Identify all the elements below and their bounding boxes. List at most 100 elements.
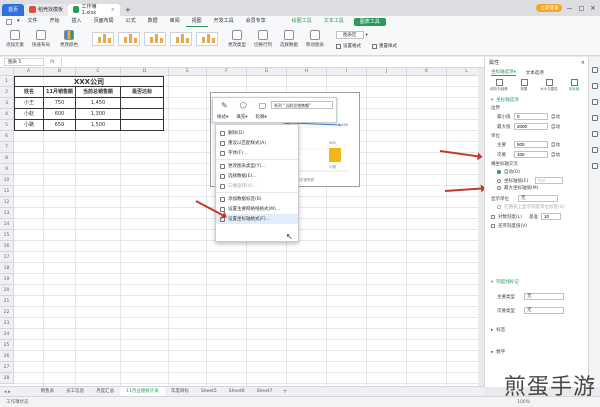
min-auto-button[interactable]: 自动 bbox=[551, 114, 560, 120]
row-header[interactable]: 11 bbox=[0, 186, 14, 197]
row-header[interactable]: 8 bbox=[0, 153, 14, 164]
row-header[interactable]: 21 bbox=[0, 296, 14, 307]
properties-icon[interactable] bbox=[592, 67, 598, 73]
section-labels[interactable]: ▸ 标签 bbox=[491, 327, 505, 334]
sheet-tab[interactable]: 11月业绩统计表 bbox=[120, 387, 165, 396]
row-header[interactable]: 22 bbox=[0, 307, 14, 318]
context-menu-item[interactable]: 设置坐标轴格式(F)... bbox=[216, 214, 298, 224]
cross-auto-radio[interactable]: 自动(O) bbox=[497, 169, 520, 175]
table-cell[interactable]: 1,500 bbox=[76, 120, 121, 131]
sheet-tab[interactable]: Sheet5 bbox=[195, 387, 223, 396]
minor-type-select[interactable]: 无 bbox=[524, 307, 564, 314]
chart-style-5[interactable] bbox=[196, 32, 218, 46]
major-type-select[interactable]: 无 bbox=[524, 293, 564, 300]
chart-style-3[interactable] bbox=[144, 32, 166, 46]
tab-home[interactable]: 首页 bbox=[2, 3, 24, 16]
reverse-checkbox[interactable] bbox=[491, 224, 495, 228]
panel-subtab[interactable]: 效果 bbox=[514, 79, 534, 92]
row-header[interactable]: 13 bbox=[0, 208, 14, 219]
row-header[interactable]: 10 bbox=[0, 175, 14, 186]
row-header[interactable]: 7 bbox=[0, 142, 14, 153]
context-menu-item[interactable]: 字体(F)... bbox=[216, 148, 298, 158]
table-cell[interactable] bbox=[121, 98, 164, 109]
column-header[interactable]: E bbox=[169, 68, 207, 76]
column-header[interactable]: B bbox=[44, 68, 76, 76]
context-menu-item[interactable]: 重设以匹配样式(A) bbox=[216, 138, 298, 148]
row-header[interactable]: 25 bbox=[0, 340, 14, 351]
menu-item[interactable]: 开发工具 bbox=[208, 16, 240, 27]
chart-style-1[interactable] bbox=[92, 32, 114, 46]
context-menu-item[interactable]: 更改图表类型(Y)... bbox=[216, 161, 298, 171]
row-header[interactable]: 12 bbox=[0, 197, 14, 208]
table-cell[interactable]: 小王 bbox=[14, 98, 44, 109]
outline-icon[interactable]: ▢ bbox=[259, 101, 267, 110]
quick-layout-button[interactable]: 快速布局 bbox=[32, 30, 50, 48]
column-header[interactable]: G bbox=[247, 68, 287, 76]
select-icon[interactable] bbox=[592, 83, 598, 89]
section-tick-marks[interactable]: ▾ 刻度线标记 bbox=[491, 279, 519, 286]
share-icon[interactable] bbox=[592, 163, 598, 169]
sheet-tab[interactable]: 销售表 bbox=[35, 387, 61, 396]
switch-rowcol-button[interactable]: 切换行列 bbox=[254, 30, 272, 48]
max-auto-button[interactable]: 自动 bbox=[551, 124, 560, 130]
login-button[interactable]: 立即登录 bbox=[536, 4, 563, 12]
location-icon[interactable] bbox=[592, 147, 598, 153]
row-header[interactable]: 28 bbox=[0, 373, 14, 384]
tab-docer-templates[interactable]: 稻壳找模板 bbox=[24, 3, 68, 16]
table-header-cell[interactable]: 姓名 bbox=[14, 87, 44, 98]
sheet-tab[interactable]: 年度目标 bbox=[165, 387, 195, 396]
table-cell[interactable]: 小赵 bbox=[14, 109, 44, 120]
table-header-cell[interactable]: 是否达标 bbox=[121, 87, 164, 98]
table-cell[interactable]: 小路 bbox=[14, 120, 44, 131]
row-header[interactable]: 9 bbox=[0, 164, 14, 175]
table-cell[interactable] bbox=[121, 120, 164, 131]
close-window-icon[interactable]: × bbox=[590, 4, 596, 12]
menu-item[interactable]: 开始 bbox=[44, 16, 66, 27]
hamburger-icon[interactable] bbox=[6, 18, 12, 25]
row-header[interactable]: 18 bbox=[0, 263, 14, 274]
minor-auto-button[interactable]: 自动 bbox=[551, 152, 560, 158]
column-header[interactable]: K bbox=[407, 68, 447, 76]
panel-subtab[interactable]: 填充与线条 bbox=[489, 79, 509, 92]
row-header[interactable]: 14 bbox=[0, 219, 14, 230]
reverse-row[interactable]: 逆序刻度值(V) bbox=[491, 223, 527, 229]
formula-input[interactable] bbox=[60, 58, 480, 66]
menu-text-tools[interactable]: 文本工具 bbox=[318, 16, 350, 27]
chart-area-select[interactable]: 图表区 ▾ bbox=[336, 31, 368, 39]
column-header[interactable]: A bbox=[14, 68, 44, 76]
tab-workbook[interactable]: 工作簿1.xlsx × bbox=[68, 3, 120, 16]
new-tab-button[interactable]: + bbox=[120, 4, 136, 16]
style-dropdown[interactable]: 样式▾ bbox=[217, 114, 228, 120]
row-header[interactable]: 3 bbox=[0, 98, 14, 109]
corner-cell[interactable] bbox=[0, 68, 14, 76]
chart-style-2[interactable] bbox=[118, 32, 140, 46]
fill-bucket-icon[interactable]: ⬠ bbox=[240, 101, 247, 110]
row-header[interactable]: 16 bbox=[0, 241, 14, 252]
panel-subtab[interactable]: 坐标轴 bbox=[564, 79, 584, 92]
column-header[interactable]: C bbox=[76, 68, 121, 76]
chart-style-4[interactable] bbox=[170, 32, 192, 46]
table-cell[interactable]: 1,300 bbox=[76, 109, 121, 120]
change-color-button[interactable]: 更改颜色 bbox=[60, 30, 78, 48]
set-format-button[interactable]: 设置格式 bbox=[336, 43, 361, 49]
column-header[interactable]: L bbox=[447, 68, 478, 76]
menu-item[interactable]: 会员专享 bbox=[240, 16, 272, 27]
sheet-tab[interactable]: Sheet7 bbox=[251, 387, 279, 396]
cross-value-radio[interactable]: 坐标轴值(E) bbox=[497, 177, 564, 184]
shape-icon[interactable] bbox=[592, 115, 598, 121]
sheet-tab[interactable]: 月度汇总 bbox=[90, 387, 120, 396]
major-input[interactable] bbox=[514, 141, 548, 148]
table-cell[interactable]: 600 bbox=[44, 109, 76, 120]
style-icon[interactable] bbox=[592, 99, 598, 105]
panel-subtab[interactable]: 大小与属性 bbox=[539, 79, 559, 92]
menu-chart-tools[interactable]: 图表工具 bbox=[353, 17, 386, 26]
row-header[interactable]: 17 bbox=[0, 252, 14, 263]
column-header[interactable]: I bbox=[327, 68, 367, 76]
backup-icon[interactable] bbox=[592, 131, 598, 137]
tab-text-options[interactable]: 文本选项 bbox=[526, 70, 544, 76]
minimize-icon[interactable]: — bbox=[566, 5, 572, 12]
menu-drawing-tools[interactable]: 绘图工具 bbox=[286, 16, 318, 27]
row-header[interactable]: 23 bbox=[0, 318, 14, 329]
name-box[interactable]: 图表 5 bbox=[4, 58, 44, 66]
tab-axis-options[interactable]: 坐标轴选项▾ bbox=[491, 69, 516, 76]
